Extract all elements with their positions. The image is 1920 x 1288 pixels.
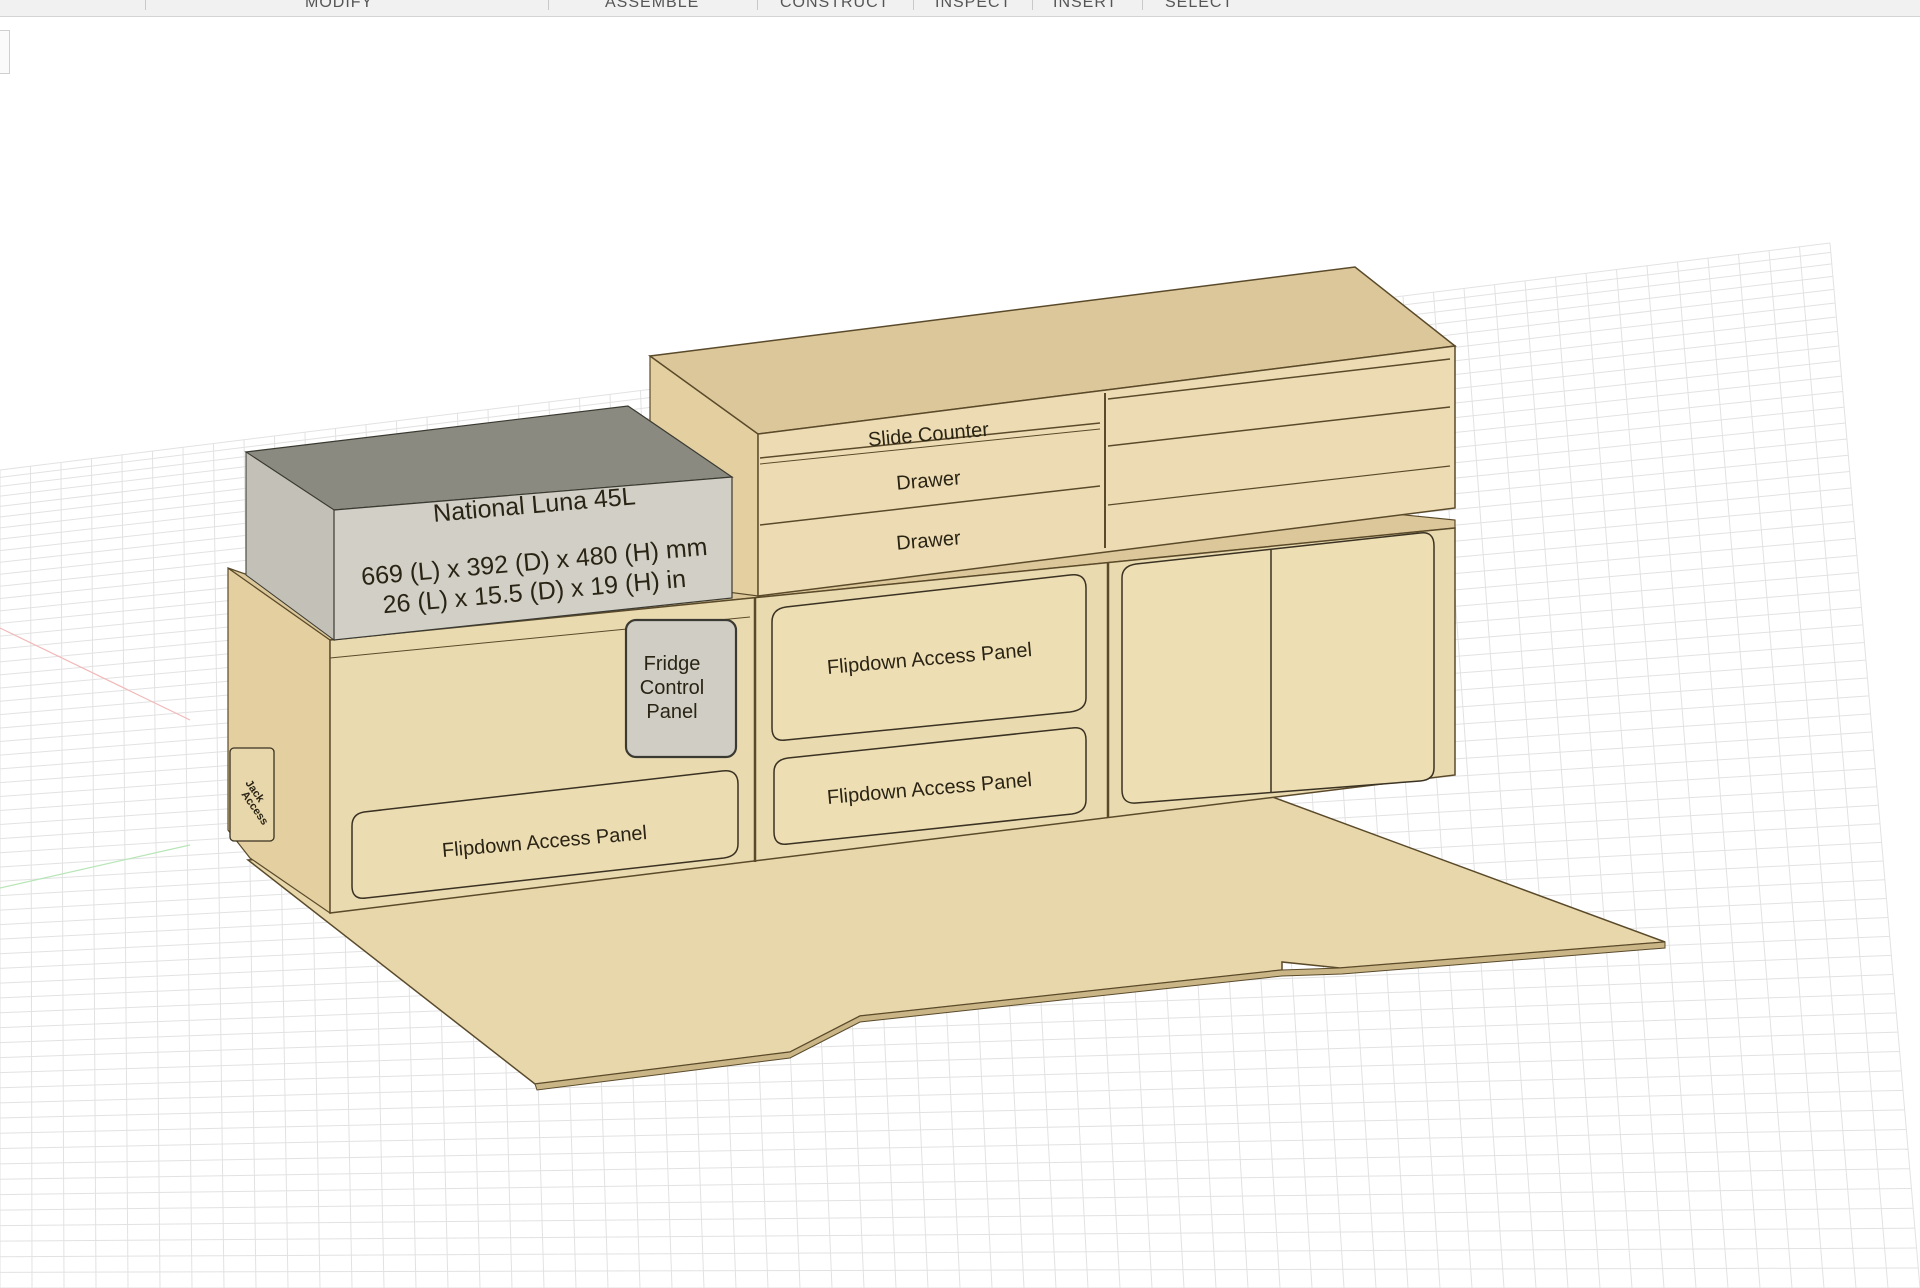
tab-insert[interactable]: INSERT [1053, 0, 1117, 13]
grid-line [182, 447, 193, 1288]
grid-line [1494, 284, 1569, 1288]
y-axis-line [0, 844, 191, 889]
toolbar-separator [1142, 0, 1143, 10]
grid-line [30, 466, 33, 1288]
tab-construct[interactable]: CONSTRUCT [780, 0, 889, 13]
grid-line [1738, 254, 1825, 1288]
toolbar-separator [757, 0, 758, 10]
tab-assemble[interactable]: ASSEMBLE [605, 0, 699, 13]
cabinet-door-right[interactable] [1121, 532, 1435, 804]
tab-inspect[interactable]: INSPECT [935, 0, 1011, 13]
grid-line [121, 454, 129, 1288]
toolbar-separator [145, 0, 146, 10]
fridge-control-label: Panel [646, 701, 697, 723]
fridge-control-label: Fridge [644, 653, 701, 675]
grid-line [91, 458, 97, 1288]
fridge-control-label: Control [640, 677, 704, 699]
grid-line [1768, 250, 1857, 1288]
grid-line [1616, 269, 1697, 1288]
grid-line [1555, 277, 1633, 1288]
grid-line [1463, 288, 1537, 1288]
toolbar-separator [548, 0, 549, 10]
tab-select[interactable]: SELECT [1165, 0, 1233, 13]
grid-line [1677, 261, 1761, 1288]
grid-line [1524, 280, 1601, 1288]
grid-line [1585, 273, 1665, 1288]
grid-line [1646, 265, 1729, 1288]
grid-line [60, 462, 65, 1288]
tab-modify[interactable]: MODIFY [305, 0, 373, 13]
toolbar: MODIFY ASSEMBLE CONSTRUCT INSPECT INSERT… [0, 0, 1920, 17]
toolbar-separator [1032, 0, 1033, 10]
grid-line [1707, 258, 1793, 1288]
toolbar-separator [913, 0, 914, 10]
design-viewport[interactable]: National Luna 45L 669 (L) x 392 (D) x 48… [0, 17, 1920, 1288]
grid-line [213, 443, 225, 1288]
grid-line [152, 451, 161, 1288]
